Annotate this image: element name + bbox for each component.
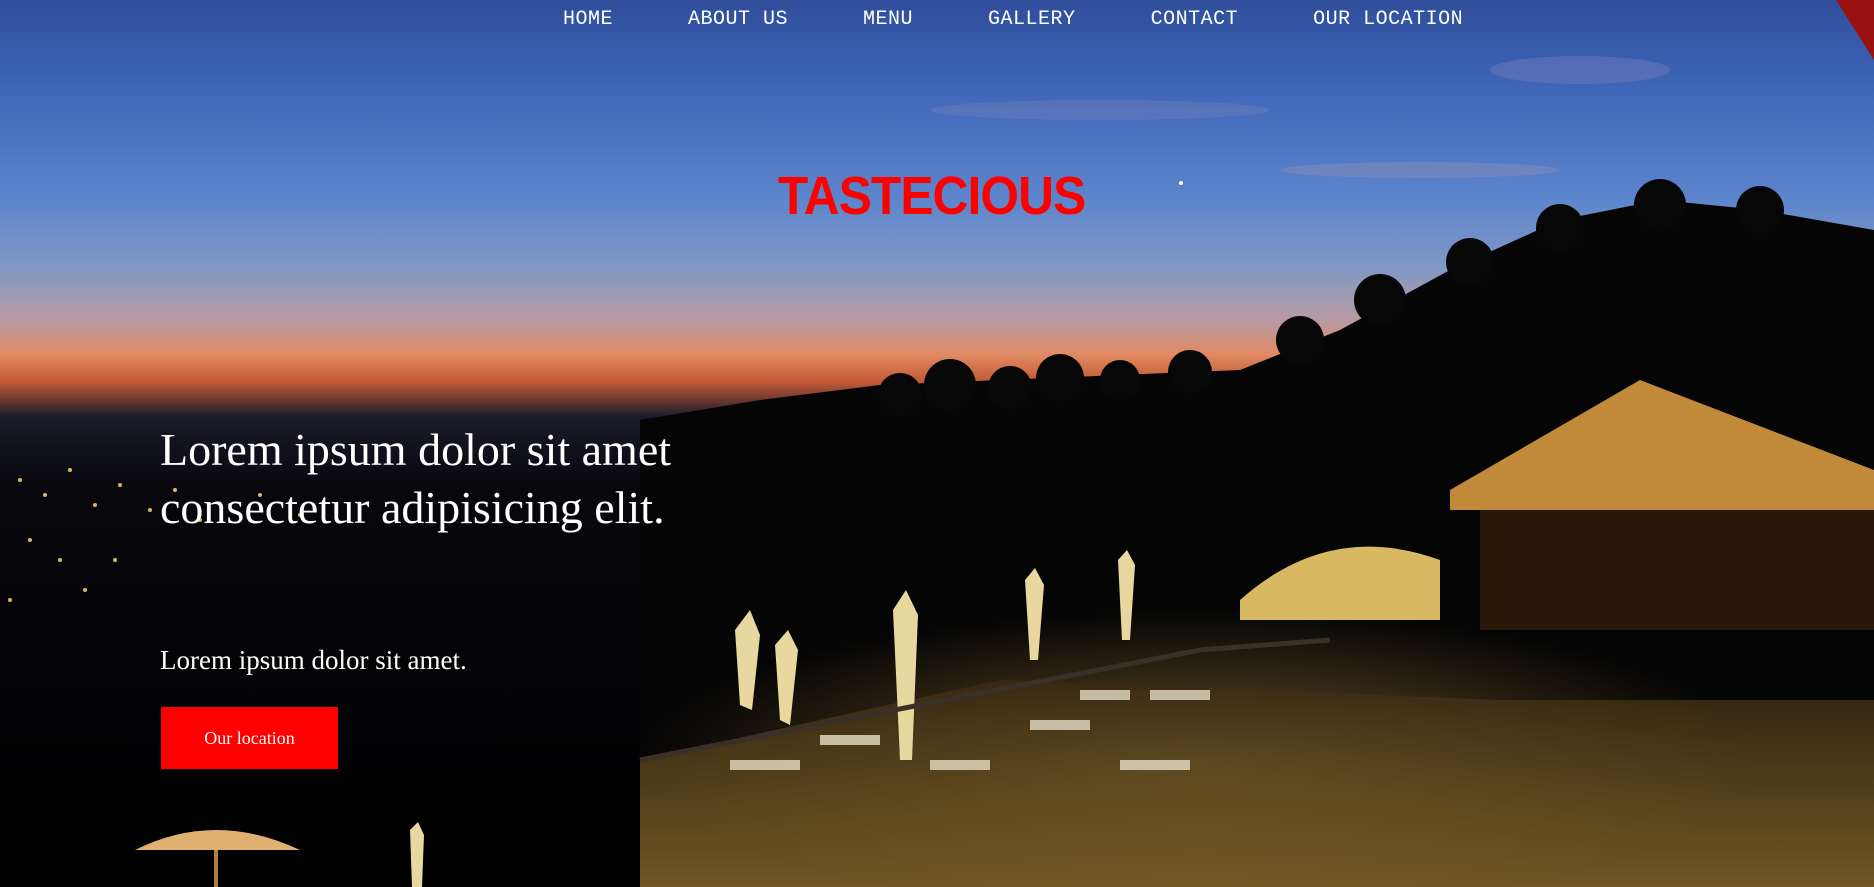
hero-section: HOME ABOUT US MENU GALLERY CONTACT OUR L… xyxy=(0,0,1874,887)
main-nav: HOME ABOUT US MENU GALLERY CONTACT OUR L… xyxy=(563,8,1463,31)
hero-headline: Lorem ipsum dolor sit amet consectetur a… xyxy=(160,424,672,533)
hero-subline: Lorem ipsum dolor sit amet. xyxy=(160,645,467,675)
nav-item-our-location[interactable]: OUR LOCATION xyxy=(1313,8,1463,31)
brand-title: TASTECIOUS xyxy=(778,166,1086,226)
nav-item-gallery[interactable]: GALLERY xyxy=(988,8,1076,31)
nav-item-menu[interactable]: MENU xyxy=(863,8,913,31)
nav-item-about-us[interactable]: ABOUT US xyxy=(688,8,788,31)
our-location-button[interactable]: Our location xyxy=(161,707,338,769)
nav-item-contact[interactable]: CONTACT xyxy=(1151,8,1239,31)
nav-item-home[interactable]: HOME xyxy=(563,8,613,31)
